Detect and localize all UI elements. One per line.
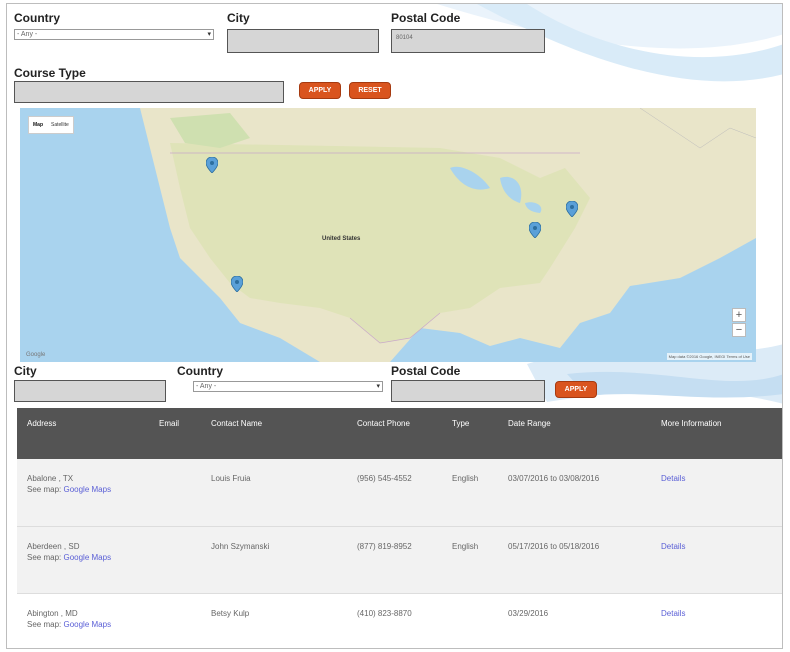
map-pin-icon[interactable] [529,222,541,238]
contact-name-cell: Louis Fruia [201,459,347,527]
email-cell [149,526,201,594]
address-cell: Abington , MD See map: Google Maps [17,593,149,648]
postal-code-input-bottom[interactable] [391,380,545,402]
country-select-bottom-value: - Any - [196,383,217,390]
more-info-cell: Details [651,526,782,594]
see-map-label: See map: [27,485,62,494]
postal-code-label: Postal Code [391,11,461,25]
address-cell: Abalone , TX See map: Google Maps [17,459,149,527]
map-pin-icon[interactable] [231,276,243,292]
col-contact-phone: Contact Phone [347,408,442,459]
type-cell: English [442,526,498,594]
city-label-bottom: City [14,364,37,378]
email-cell [149,593,201,648]
city-label: City [227,11,250,25]
country-select-bottom[interactable]: - Any - ▾ [193,381,383,392]
address-text: Abalone , TX [27,474,74,483]
city-input-bottom[interactable] [14,380,166,402]
google-maps-link[interactable]: Google Maps [63,485,111,494]
postal-code-label-bottom: Postal Code [391,364,461,378]
results-table: Address Email Contact Name Contact Phone… [17,408,782,648]
contact-name-cell: Betsy Kulp [201,593,347,648]
type-cell [442,593,498,648]
date-range-cell: 03/29/2016 [498,593,651,648]
country-label: Country [14,11,60,25]
table-header-row: Address Email Contact Name Contact Phone… [17,408,782,459]
apply-button[interactable]: APPLY [299,82,341,99]
address-text: Aberdeen , SD [27,541,80,551]
map-pin-icon[interactable] [206,157,218,173]
satellite-tab[interactable]: Satellite [47,117,73,133]
google-maps-link[interactable]: Google Maps [63,553,111,562]
country-select[interactable]: - Any - ▾ [14,29,214,40]
country-select-value: - Any - [17,31,38,38]
table-row: Abington , MD See map: Google Maps Betsy… [17,593,782,648]
phone-cell: (410) 823-8870 [347,593,442,648]
phone-cell: (956) 545-4552 [347,459,442,527]
reset-button[interactable]: RESET [349,82,391,99]
apply-button-bottom[interactable]: APPLY [555,381,597,398]
contact-name-cell: John Szymanski [201,526,347,594]
map-country-label: United States [322,236,361,242]
map-tab[interactable]: Map [29,117,47,133]
more-info-cell: Details [651,593,782,648]
date-range-cell: 03/07/2016 to 03/08/2016 [498,459,651,527]
table-row: Abalone , TX See map: Google Maps Louis … [17,459,782,527]
google-logo: Google [26,352,46,358]
col-more-information: More Information [651,408,782,459]
course-type-label: Course Type [14,66,86,80]
address-text: Abington , MD [27,608,78,618]
phone-cell: (877) 819-8952 [347,526,442,594]
details-link[interactable]: Details [661,609,685,618]
see-map-label: See map: [27,552,62,562]
see-map-label: See map: [27,619,62,629]
map-view[interactable]: Map Satellite United States + − Google M… [20,108,756,362]
map-type-toggle[interactable]: Map Satellite [28,116,74,134]
details-link[interactable]: Details [661,474,685,483]
table-row: Aberdeen , SD See map: Google Maps John … [17,526,782,594]
col-type: Type [442,408,498,459]
map-land-shape [140,108,756,362]
col-address: Address [17,408,149,459]
city-input[interactable] [227,29,379,53]
country-label-bottom: Country [177,364,223,378]
zoom-in-button[interactable]: + [732,308,746,322]
col-email: Email [149,408,201,459]
map-pin-icon[interactable] [566,201,578,217]
email-cell [149,459,201,527]
more-info-cell: Details [651,459,782,527]
course-type-input[interactable] [14,81,284,103]
map-attribution[interactable]: Map data ©2016 Google, INEGI Terms of Us… [666,353,752,360]
details-link[interactable]: Details [661,542,685,551]
postal-code-input[interactable]: 80104 [391,29,545,53]
type-cell: English [442,459,498,527]
page-frame: Country - Any - ▾ City Postal Code 80104… [6,3,783,649]
col-date-range: Date Range [498,408,651,459]
zoom-out-button[interactable]: − [732,323,746,337]
google-maps-link[interactable]: Google Maps [63,620,111,629]
chevron-down-icon: ▾ [207,31,211,38]
address-cell: Aberdeen , SD See map: Google Maps [17,526,149,594]
date-range-cell: 05/17/2016 to 05/18/2016 [498,526,651,594]
col-contact-name: Contact Name [201,408,347,459]
chevron-down-icon: ▾ [376,383,380,390]
